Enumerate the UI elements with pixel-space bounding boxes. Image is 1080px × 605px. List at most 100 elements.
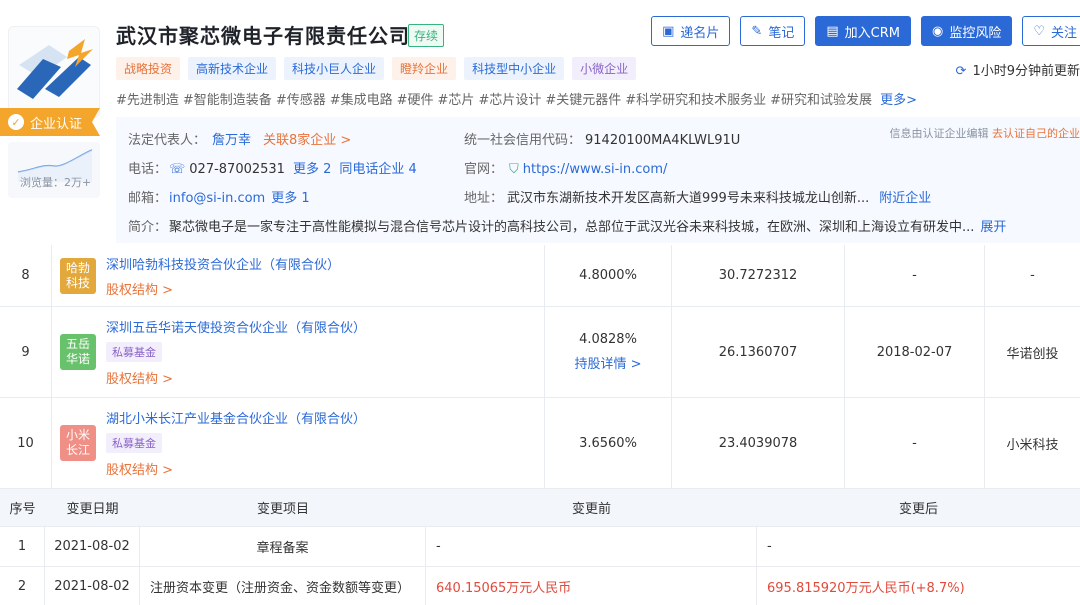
website-link[interactable]: https://www.si-in.com/	[523, 162, 668, 177]
company-header: ✓ 企业认证 浏览量：2万+ 武汉市聚芯微电子有限责任公司 存续 ▣ 递名片 ✎ 笔记…	[0, 0, 1080, 245]
equity-structure-link[interactable]: 股权结构 >	[106, 368, 366, 387]
crm-icon: ▤	[826, 23, 839, 39]
credit-code-value: 91420100MA4KLWL91U	[585, 133, 741, 148]
equity-structure-link[interactable]: 股权结构 >	[106, 279, 340, 298]
change-date: 2021-08-02	[45, 527, 140, 566]
percent-wrap: 4.0828% 持股详情 >	[574, 332, 641, 372]
address-value: 武汉市东湖新技术开发区高新大道999号未来科技城龙山创新...	[507, 191, 870, 206]
change-before: 640.15065万元人民币	[426, 567, 757, 605]
shareholder-row: 10 小米长江 湖北小米长江产业基金合伙企业（有限合伙） 私募基金 股权结构 > 3.65…	[0, 398, 1080, 489]
subscribe-date: -	[845, 398, 985, 488]
certified-badge[interactable]: ✓ 企业认证	[0, 108, 100, 136]
change-table-header: 序号 变更日期 变更项目 变更前 变更后	[0, 489, 1080, 527]
change-item: 章程备案	[140, 527, 426, 566]
industry-tag[interactable]: #先进制造	[116, 93, 179, 108]
views-count: 浏览量：2万+	[20, 176, 92, 189]
email-more-link[interactable]: 更多 1	[271, 191, 309, 206]
shareholder-cell: 哈勃科技 深圳哈勃科技投资合伙企业（有限合伙） 股权结构 >	[52, 245, 545, 306]
legal-rep-row: 法定代表人： 詹万幸 关联8家企业 >	[128, 129, 351, 148]
industry-tag[interactable]: #科学研究和技术服务业	[625, 93, 766, 108]
change-row: 1 2021-08-02 章程备案 - -	[0, 527, 1080, 567]
row-index: 9	[0, 307, 52, 397]
row-index: 8	[0, 245, 52, 306]
update-time[interactable]: ⟳ 1小时9分钟前更新	[956, 60, 1080, 79]
company-tag[interactable]: 瞪羚企业	[392, 57, 457, 80]
holding-detail-link[interactable]: 持股详情 >	[574, 353, 641, 372]
crm-button[interactable]: ▤ 加入CRM	[815, 16, 911, 46]
company-tag[interactable]: 小微企业	[572, 57, 637, 80]
cert-note-text: 信息由认证企业编辑	[889, 127, 989, 140]
info-panel: 法定代表人： 詹万幸 关联8家企业 > 统一社会信用代码： 91420100MA4KL…	[116, 117, 1080, 243]
note-icon: ✎	[751, 23, 763, 39]
column-header: 变更前	[571, 502, 611, 517]
expand-intro-link[interactable]: 展开	[980, 220, 1006, 235]
change-index: 1	[0, 527, 45, 566]
industry-tag[interactable]: #智能制造装备	[183, 93, 272, 108]
note-button[interactable]: ✎ 笔记	[740, 16, 806, 46]
card-icon: ▣	[662, 23, 675, 39]
share-percent: 3.6560%	[579, 435, 637, 451]
address-label: 地址：	[464, 191, 504, 206]
percent-wrap: 3.6560%	[579, 436, 637, 451]
shareholder-cell: 小米长江 湖北小米长江产业基金合伙企业（有限合伙） 私募基金 股权结构 >	[52, 398, 545, 488]
cert-note-link[interactable]: 去认证自己的企业	[992, 127, 1080, 140]
shareholder-name-link[interactable]: 深圳五岳华诺天使投资合伙企业（有限合伙）	[106, 317, 366, 336]
related-companies-link[interactable]: 关联8家企业 >	[263, 133, 351, 148]
subscribe-date: 2018-02-07	[845, 307, 985, 397]
shareholder-avatar[interactable]: 小米长江	[60, 425, 96, 461]
company-tags: 战略投资 高新技术企业 科技小巨人企业 瞪羚企业 科技型中小企业 小微企业	[116, 57, 637, 80]
heart-icon: ♡	[1033, 23, 1045, 39]
company-tag[interactable]: 高新技术企业	[188, 57, 277, 80]
related-product-link: -	[1030, 268, 1035, 283]
column-header: 变更后	[898, 502, 938, 517]
intro-row: 简介： 聚芯微电子是一家专注于高性能模拟与混合信号芯片设计的高科技公司，总部位于武…	[128, 216, 1006, 235]
views-panel: 浏览量：2万+	[8, 142, 100, 198]
industry-tag[interactable]: #关键元器件	[545, 93, 621, 108]
shareholder-avatar[interactable]: 哈勃科技	[60, 257, 96, 294]
nearby-companies-link[interactable]: 附近企业	[879, 191, 931, 206]
same-phone-link[interactable]: 同电话企业 4	[339, 162, 416, 177]
company-logo	[8, 26, 100, 118]
shareholder-avatar[interactable]: 五岳华诺	[60, 334, 96, 370]
shield-icon: ⛉	[509, 162, 519, 177]
industry-tag[interactable]: #传感器	[276, 93, 326, 108]
column-header: 序号	[9, 502, 36, 517]
equity-structure-link[interactable]: 股权结构 >	[106, 459, 366, 478]
company-tag[interactable]: 科技小巨人企业	[284, 57, 385, 80]
subscribed-amount: 23.4039078	[672, 398, 845, 488]
email-link[interactable]: info@si-in.com	[169, 191, 265, 206]
action-label: 监控风险	[949, 25, 1002, 41]
heart-button[interactable]: ♡ 关注	[1022, 16, 1080, 46]
refresh-icon[interactable]: ⟳	[956, 64, 967, 79]
change-row: 2 2021-08-02 注册资本变更（注册资金、资金数额等变更） 640.15065…	[0, 567, 1080, 605]
related-product-link[interactable]: 华诺创投	[985, 307, 1080, 397]
address-row: 地址： 武汉市东湖新技术开发区高新大道999号未来科技城龙山创新... 附近企业	[464, 187, 931, 206]
industry-tag[interactable]: #芯片	[438, 93, 475, 108]
intro-label: 简介：	[128, 220, 168, 235]
industry-tag[interactable]: #硬件	[397, 93, 434, 108]
percent-cell: 4.8000%	[545, 245, 672, 306]
phone-value[interactable]: 027-87002531	[189, 162, 285, 177]
card-button[interactable]: ▣ 递名片	[651, 16, 731, 46]
phone-more-link[interactable]: 更多 2	[293, 162, 331, 177]
share-percent: 4.8000%	[579, 268, 637, 283]
company-tag[interactable]: 战略投资	[116, 57, 181, 80]
shareholder-name-link[interactable]: 深圳哈勃科技投资合伙企业（有限合伙）	[106, 254, 340, 273]
subscribe-date: -	[845, 245, 985, 306]
cert-note: 信息由认证企业编辑 去认证自己的企业	[890, 125, 1080, 141]
monitor-icon: ◉	[931, 23, 944, 39]
monitor-button[interactable]: ◉ 监控风险	[920, 16, 1013, 46]
legal-rep-link[interactable]: 詹万幸	[212, 133, 251, 148]
related-product-link[interactable]: 小米科技	[985, 398, 1080, 488]
industry-tag[interactable]: #集成电路	[330, 93, 393, 108]
industry-tag[interactable]: #芯片设计	[478, 93, 541, 108]
column-header: 变更项目	[256, 502, 309, 517]
phone-label: 电话：	[128, 162, 168, 177]
shareholder-name-link[interactable]: 湖北小米长江产业基金合伙企业（有限合伙）	[106, 408, 366, 427]
email-row: 邮箱： info@si-in.com 更多 1	[128, 187, 310, 206]
company-tag[interactable]: 科技型中小企业	[464, 57, 565, 80]
subscribed-amount: 26.1360707	[672, 307, 845, 397]
industry-more-link[interactable]: 更多>	[880, 93, 917, 108]
row-index: 10	[0, 398, 52, 488]
industry-tag[interactable]: #研究和试验发展	[770, 93, 872, 108]
